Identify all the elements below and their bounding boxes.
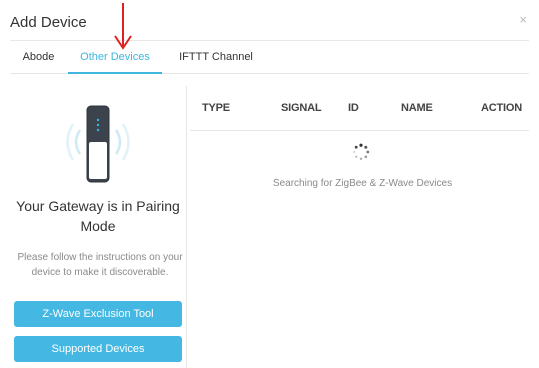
tab-ifttt-channel[interactable]: IFTTT Channel bbox=[168, 43, 264, 72]
annotation-arrow-icon bbox=[114, 3, 132, 50]
modal-header: Add Device × bbox=[0, 0, 539, 42]
close-icon[interactable]: × bbox=[519, 12, 527, 27]
zwave-exclusion-tool-button[interactable]: Z-Wave Exclusion Tool bbox=[14, 301, 182, 327]
tab-bar: Abode Other Devices IFTTT Channel bbox=[10, 43, 529, 74]
device-list-panel: TYPE SIGNAL ID NAME ACTION Searching for… bbox=[190, 86, 529, 368]
device-table-header: TYPE SIGNAL ID NAME ACTION bbox=[190, 86, 529, 131]
column-header-name: NAME bbox=[401, 102, 433, 114]
pairing-instructions: Please follow the instructions on your d… bbox=[17, 252, 183, 278]
modal-title: Add Device bbox=[10, 14, 87, 31]
header-divider bbox=[10, 40, 529, 41]
supported-devices-button[interactable]: Supported Devices bbox=[14, 336, 182, 362]
column-header-action: ACTION bbox=[481, 102, 522, 114]
loading-spinner-icon bbox=[353, 143, 370, 160]
pairing-panel: Your Gateway is in Pairing Mode Please f… bbox=[10, 86, 187, 368]
column-header-signal: SIGNAL bbox=[281, 102, 322, 114]
add-device-modal: Add Device × Abode Other Devices IFTTT C… bbox=[0, 0, 539, 368]
gateway-device-icon bbox=[66, 105, 130, 183]
tab-abode[interactable]: Abode bbox=[10, 43, 67, 72]
pairing-mode-heading: Your Gateway is in Pairing Mode bbox=[16, 198, 180, 234]
column-header-type: TYPE bbox=[202, 102, 230, 114]
column-header-id: ID bbox=[348, 102, 359, 114]
search-status-text: Searching for ZigBee & Z-Wave Devices bbox=[272, 178, 453, 189]
